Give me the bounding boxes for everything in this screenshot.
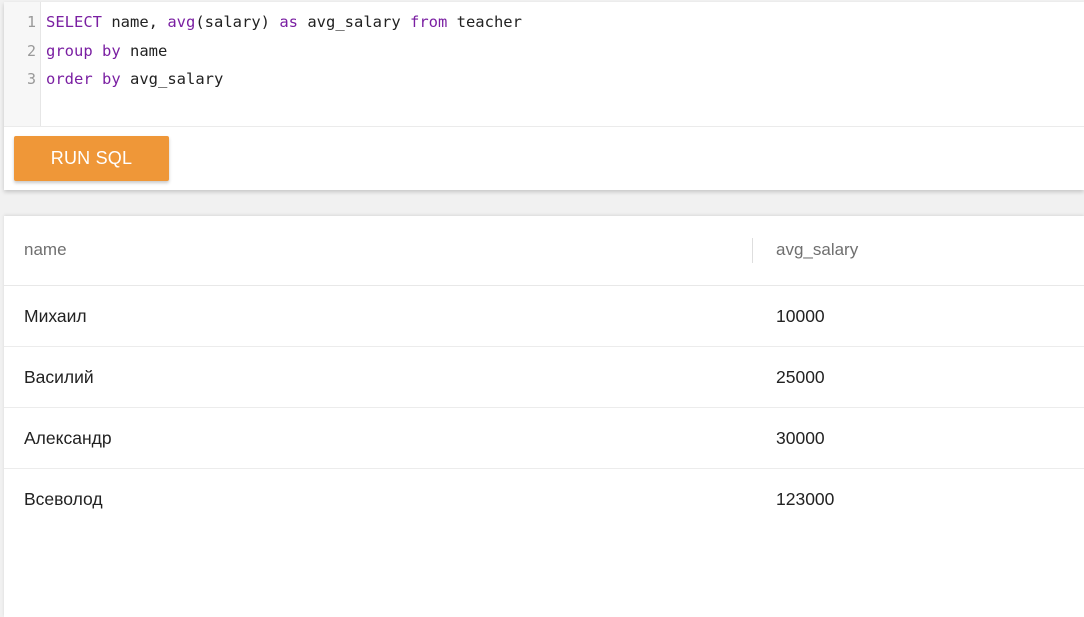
line-number: 3 [26, 70, 36, 88]
table-row: Василий 25000 [4, 347, 1084, 408]
cell-name: Михаил [24, 306, 87, 326]
sql-editor-panel: 1 2 3 SELECT name, avg(salary) as avg_sa… [4, 2, 1084, 190]
code-line-3[interactable]: order by avg_salary [46, 70, 223, 88]
code-editor[interactable]: 1 2 3 SELECT name, avg(salary) as avg_sa… [4, 2, 1084, 127]
code-token: avg [167, 13, 196, 31]
cell-avg-salary: 10000 [776, 306, 825, 326]
results-panel: name avg_salary Михаил 10000 Василий 250… [4, 216, 1084, 617]
line-number: 2 [26, 42, 36, 60]
code-token: as [279, 13, 298, 31]
cell-avg-salary: 30000 [776, 428, 825, 448]
code-token: avg_salary [120, 70, 224, 88]
cell-avg-salary: 123000 [776, 489, 835, 509]
code-token: order [46, 70, 93, 88]
table-row: Всеволод 123000 [4, 469, 1084, 529]
table-row: Михаил 10000 [4, 286, 1084, 347]
line-number-gutter: 1 2 3 [4, 2, 41, 126]
code-line-2[interactable]: group by name [46, 42, 167, 60]
column-divider[interactable] [752, 238, 753, 263]
code-token: (salary) [195, 13, 280, 31]
table-row: Александр 30000 [4, 408, 1084, 469]
line-number: 1 [26, 13, 36, 31]
column-header-name[interactable]: name [24, 240, 67, 260]
column-header-avg-salary[interactable]: avg_salary [776, 240, 858, 260]
code-token: from [409, 13, 448, 31]
cell-name: Всеволод [24, 489, 103, 509]
cell-name: Александр [24, 428, 112, 448]
code-token: by [102, 42, 121, 60]
code-token: by [102, 70, 121, 88]
table-header: name avg_salary [4, 216, 1084, 286]
code-token: name [120, 42, 168, 60]
code-token: teacher [447, 13, 522, 31]
code-line-1[interactable]: SELECT name, avg(salary) as avg_salary f… [46, 13, 522, 31]
code-token: group [46, 42, 93, 60]
cell-avg-salary: 25000 [776, 367, 825, 387]
code-token: avg_salary [298, 13, 410, 31]
cell-name: Василий [24, 367, 94, 387]
code-token: name, [102, 13, 168, 31]
results-table: name avg_salary Михаил 10000 Василий 250… [4, 216, 1084, 529]
run-sql-button[interactable]: RUN SQL [14, 136, 169, 181]
code-token: SELECT [46, 13, 102, 31]
